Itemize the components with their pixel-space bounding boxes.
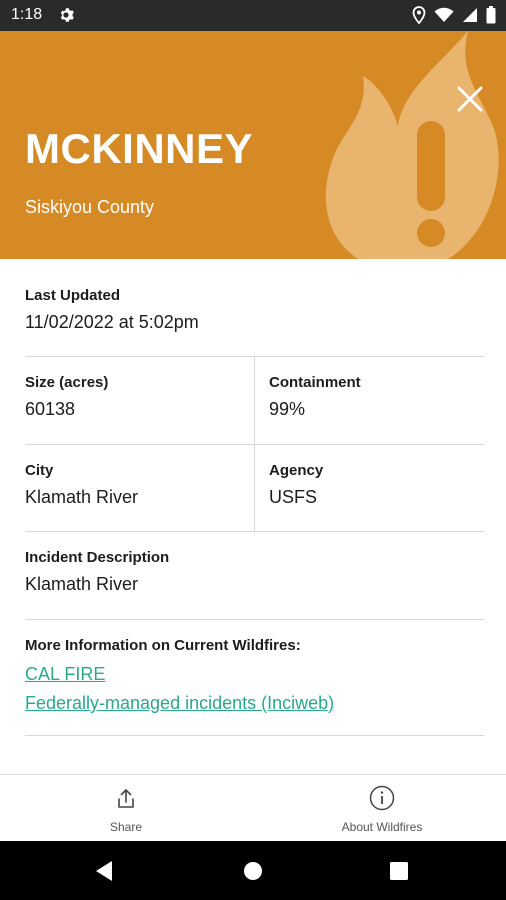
share-button[interactable]: Share	[76, 775, 176, 842]
bottom-navigation: Share About Wildfires	[0, 774, 506, 842]
status-time: 1:18	[11, 6, 43, 23]
close-button[interactable]	[452, 81, 488, 117]
incident-description-field: Incident Description Klamath River	[25, 549, 169, 595]
divider	[25, 619, 484, 620]
home-icon[interactable]	[243, 861, 263, 881]
divider	[25, 735, 484, 736]
fire-header: MCKINNEY Siskiyou County	[0, 31, 506, 259]
about-wildfires-label: About Wildfires	[341, 820, 423, 834]
last-updated-field: Last Updated 11/02/2022 at 5:02pm	[25, 287, 199, 333]
about-wildfires-button[interactable]: About Wildfires	[322, 775, 442, 842]
divider	[25, 444, 484, 445]
location-icon	[412, 6, 426, 29]
signal-icon	[462, 7, 478, 28]
city-field: City Klamath River	[25, 462, 138, 508]
agency-value: USFS	[269, 487, 318, 507]
inciweb-link[interactable]: Federally-managed incidents (Inciweb)	[25, 693, 334, 714]
containment-value: 99%	[269, 399, 306, 419]
cal-fire-link[interactable]: CAL FIRE	[25, 664, 334, 685]
info-icon	[369, 785, 395, 811]
incident-description-value: Klamath River	[25, 574, 139, 594]
agency-field: Agency USFS	[269, 462, 323, 508]
more-info-section: More Information on Current Wildfires: C…	[25, 637, 334, 714]
system-navigation-bar	[0, 841, 506, 900]
city-label: City	[25, 462, 54, 479]
size-value: 60138	[25, 399, 76, 419]
size-field: Size (acres) 60138	[25, 374, 108, 420]
share-icon	[118, 789, 134, 808]
city-value: Klamath River	[25, 487, 139, 507]
size-label: Size (acres)	[25, 374, 109, 391]
status-bar: 1:18	[0, 0, 506, 31]
close-icon[interactable]	[452, 81, 488, 117]
fire-name: MCKINNEY	[25, 125, 254, 172]
wifi-icon	[434, 7, 454, 28]
agency-label: Agency	[269, 462, 324, 479]
home-button[interactable]	[243, 861, 263, 886]
back-button[interactable]	[94, 860, 114, 887]
gear-icon	[57, 6, 75, 29]
last-updated-label: Last Updated	[25, 287, 121, 304]
containment-field: Containment 99%	[269, 374, 361, 420]
incident-description-label: Incident Description	[25, 549, 170, 566]
fire-warning-icon	[325, 31, 499, 259]
containment-label: Containment	[269, 374, 361, 391]
battery-icon	[486, 6, 496, 29]
share-label: Share	[109, 820, 143, 834]
recents-button[interactable]	[390, 862, 408, 885]
more-info-label: More Information on Current Wildfires:	[25, 637, 301, 654]
back-icon[interactable]	[94, 860, 114, 882]
recents-icon[interactable]	[390, 862, 408, 880]
last-updated-value: 11/02/2022 at 5:02pm	[25, 312, 199, 332]
fire-county: Siskiyou County	[25, 197, 155, 217]
divider	[25, 531, 484, 532]
